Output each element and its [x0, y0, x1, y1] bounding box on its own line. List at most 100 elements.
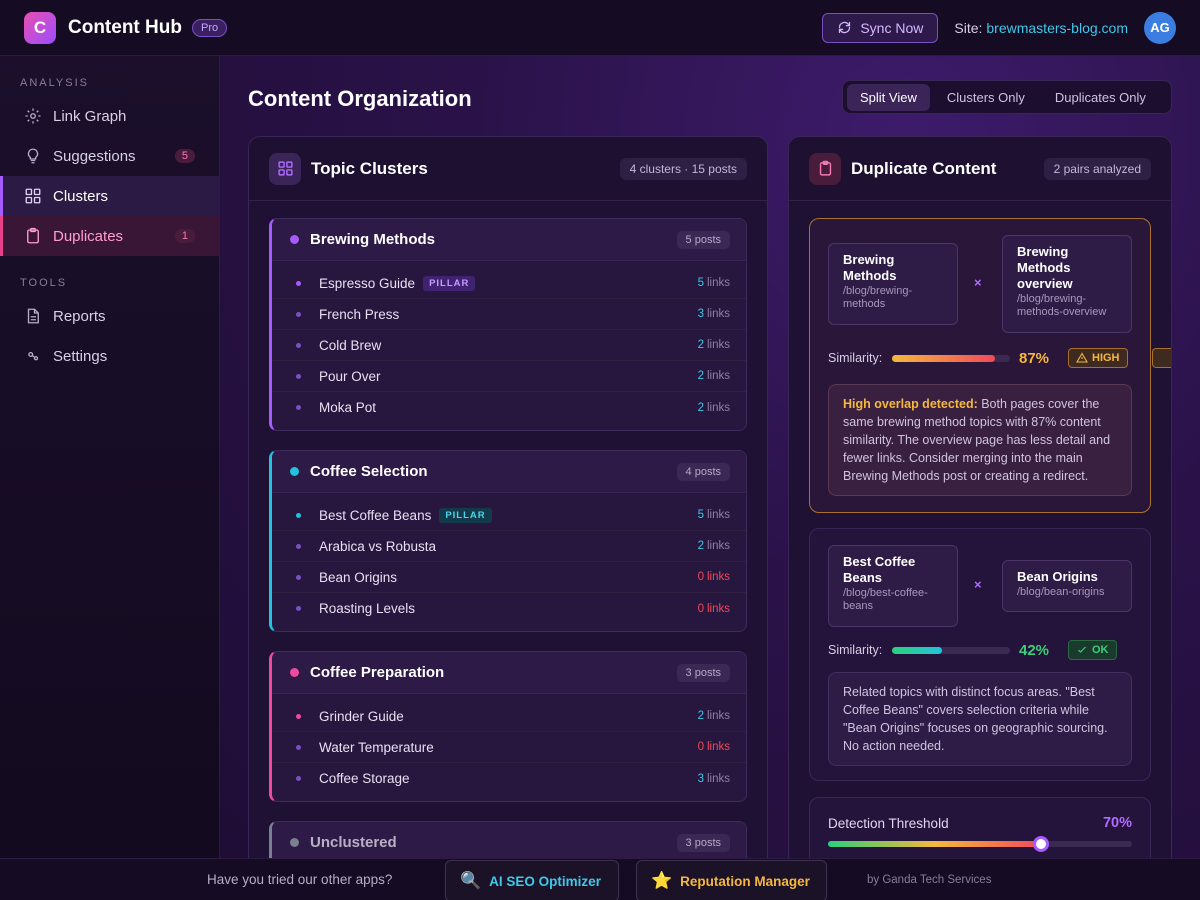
- similarity-bar: [892, 355, 1010, 362]
- page-card-a[interactable]: Best Coffee Beans /blog/best-coffee-bean…: [828, 545, 958, 627]
- cluster-color-dot: [290, 668, 299, 677]
- cluster-unclustered[interactable]: Unclustered 3 posts: [269, 821, 747, 858]
- topic-clusters-panel: Topic Clusters 4 clusters · 15 posts Bre…: [248, 136, 768, 858]
- list-item[interactable]: Arabica vs Robusta 2 links: [272, 531, 746, 562]
- tab-split-view[interactable]: Split View: [847, 83, 930, 111]
- list-item[interactable]: Coffee Storage 3 links: [272, 763, 746, 794]
- similarity-percent: 87%: [1019, 350, 1050, 367]
- duplicate-pair-card[interactable]: Brewing Methods /blog/brewing-methods × …: [809, 218, 1171, 513]
- check-icon: [1078, 646, 1086, 653]
- view-toggle: Split View Clusters Only Duplicates Only: [842, 80, 1172, 114]
- cluster-coffee-selection[interactable]: Coffee Selection 4 posts Best Coffee Bea…: [269, 450, 747, 632]
- cluster-post-count: 3 posts: [676, 663, 730, 682]
- cluster-header[interactable]: Coffee Selection 4 posts: [272, 451, 746, 493]
- similarity-label: Similarity:: [828, 643, 883, 657]
- footer-question: Have you tried our other apps?: [207, 872, 393, 887]
- sidebar-item-reports[interactable]: Reports: [0, 296, 219, 336]
- duplicate-content-panel: Duplicate Content 2 pairs analyzed Brewi…: [788, 136, 1172, 858]
- list-item[interactable]: Bean Origins 0 links: [272, 562, 746, 593]
- sidebar-item-settings[interactable]: Settings: [0, 336, 219, 376]
- analysis-note: Related topics with distinct focus areas…: [828, 672, 1132, 766]
- list-item[interactable]: Espresso Guide PILLAR 5 links: [272, 268, 746, 299]
- grid-icon: [24, 187, 42, 205]
- tab-clusters-only[interactable]: Clusters Only: [934, 84, 1038, 111]
- link-count: 0 links: [697, 602, 730, 615]
- link-count: 2 links: [697, 370, 730, 382]
- sidebar-item-duplicates[interactable]: Duplicates 1: [0, 216, 219, 256]
- list-item[interactable]: Cold Brew 2 links: [272, 330, 746, 361]
- refresh-icon: [839, 21, 851, 34]
- post-title: Bean Origins: [319, 569, 398, 585]
- post-dot: [296, 776, 301, 781]
- list-item[interactable]: Best Coffee Beans PILLAR 5 links: [272, 500, 746, 531]
- cluster-header[interactable]: Brewing Methods 5 posts: [272, 219, 746, 261]
- sidebar-item-label: Link Graph: [53, 107, 127, 125]
- sidebar-item-link-graph[interactable]: Link Graph: [0, 96, 219, 136]
- main-content: Content Organization Split View Clusters…: [220, 56, 1200, 858]
- sidebar-item-clusters[interactable]: Clusters: [0, 176, 219, 216]
- cluster-coffee-preparation[interactable]: Coffee Preparation 3 posts Grinder Guide…: [269, 651, 747, 802]
- threshold-slider-handle[interactable]: [1032, 836, 1049, 852]
- link-count: 5 links: [697, 277, 730, 289]
- footer-credit: by Ganda Tech Services: [867, 873, 992, 886]
- site-label: Site:: [954, 19, 983, 36]
- list-item[interactable]: Water Temperature 0 links: [272, 732, 746, 763]
- tab-duplicates-only[interactable]: Duplicates Only: [1042, 84, 1159, 111]
- list-item[interactable]: Grinder Guide 2 links: [272, 701, 746, 732]
- threshold-slider-track[interactable]: [828, 836, 1132, 852]
- post-dot: [296, 744, 301, 750]
- pillar-badge: PILLAR: [423, 275, 476, 291]
- post-title: Best Coffee Beans: [319, 507, 432, 523]
- lightbulb-icon: [24, 147, 42, 165]
- sidebar-item-label: Clusters: [53, 187, 109, 205]
- list-item[interactable]: Pour Over 2 links: [272, 361, 746, 392]
- post-dot: [296, 512, 301, 518]
- sidebar-item-suggestions[interactable]: Suggestions 5: [0, 136, 219, 176]
- user-avatar[interactable]: AG: [1144, 11, 1176, 44]
- link-count: 3 links: [697, 308, 730, 320]
- page-name: Brewing Methods: [843, 252, 897, 283]
- post-title: Pour Over: [319, 368, 381, 384]
- cluster-name: Coffee Selection: [310, 463, 428, 480]
- duplicate-pair-card[interactable]: Best Coffee Beans /blog/best-coffee-bean…: [809, 528, 1151, 781]
- similarity-fill: [892, 647, 942, 654]
- post-title: Arabica vs Robusta: [319, 538, 437, 554]
- ai-seo-optimizer-button[interactable]: 🔍 AI SEO Optimizer: [445, 860, 619, 900]
- app-title: Content Hub: [68, 16, 182, 38]
- star-icon: ⭐: [651, 871, 673, 890]
- reputation-manager-button[interactable]: ⭐ Reputation Manager: [636, 860, 827, 900]
- post-title: Espresso Guide: [319, 275, 416, 291]
- link-count: 2 links: [697, 540, 730, 552]
- page-card-b[interactable]: Bean Origins /blog/bean-origins: [1002, 560, 1132, 612]
- similarity-percent: 42%: [1019, 642, 1050, 659]
- app-logo[interactable]: C: [24, 11, 56, 44]
- list-item[interactable]: Roasting Levels 0 links: [272, 593, 746, 624]
- merge-button-partial[interactable]: [1152, 348, 1171, 368]
- sync-now-button[interactable]: Sync Now: [822, 12, 939, 43]
- suggestions-count-badge: 5: [174, 149, 195, 163]
- sidebar-item-label: Settings: [53, 347, 108, 365]
- footer: Have you tried our other apps? 🔍 AI SEO …: [0, 858, 1200, 900]
- page-path: /blog/bean-origins: [1017, 586, 1105, 598]
- cluster-header[interactable]: Unclustered 3 posts: [272, 822, 746, 858]
- list-item[interactable]: French Press 3 links: [272, 299, 746, 330]
- cluster-brewing-methods[interactable]: Brewing Methods 5 posts Espresso Guide PI…: [269, 218, 747, 431]
- post-title: Water Temperature: [319, 739, 434, 755]
- cluster-color-dot: [290, 467, 299, 476]
- site-link[interactable]: brewmasters-blog.com: [986, 20, 1128, 36]
- threshold-value: 70%: [1102, 815, 1132, 831]
- page-name: Brewing Methods overview: [1017, 244, 1073, 291]
- panel-title: Duplicate Content: [851, 158, 997, 178]
- gear-icon: [24, 107, 42, 125]
- page-card-b[interactable]: Brewing Methods overview /blog/brewing-m…: [1002, 235, 1132, 333]
- cluster-post-count: 4 posts: [676, 462, 730, 481]
- list-item[interactable]: Moka Pot 2 links: [272, 392, 746, 423]
- threshold-label: Detection Threshold: [828, 816, 949, 831]
- panel-title: Topic Clusters: [311, 158, 428, 178]
- page-card-a[interactable]: Brewing Methods /blog/brewing-methods: [828, 243, 958, 325]
- app-label: AI SEO Optimizer: [489, 873, 601, 889]
- severity-badge: OK: [1068, 640, 1117, 660]
- cluster-header[interactable]: Coffee Preparation 3 posts: [272, 652, 746, 694]
- note-text: Related topics with distinct focus areas…: [843, 685, 1108, 753]
- note-highlight: High overlap detected:: [843, 397, 978, 411]
